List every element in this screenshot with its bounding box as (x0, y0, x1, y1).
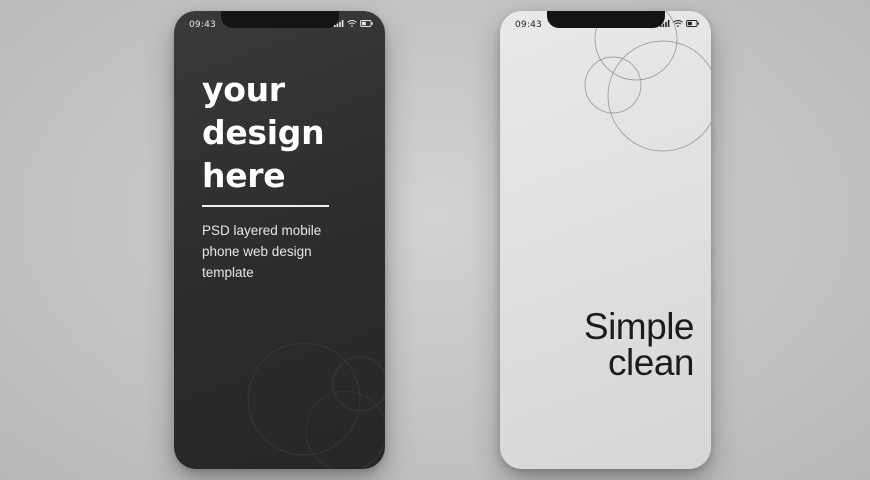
battery-icon (360, 20, 373, 27)
dark-phone-mockup: 09:43 your design here PSD layered mobil… (174, 11, 385, 469)
battery-icon (686, 20, 699, 27)
wifi-icon (347, 20, 357, 27)
phone-notch (546, 11, 665, 28)
headline: your design here (202, 68, 372, 197)
headline-line: here (202, 156, 286, 195)
status-time: 09:43 (189, 20, 216, 30)
decorative-circles (584, 11, 711, 152)
signal-icon (660, 20, 670, 27)
status-icons (334, 20, 373, 27)
subtext-line: PSD layered mobile (202, 223, 322, 238)
signal-icon (334, 20, 344, 27)
tagline: Simple clean (583, 306, 695, 383)
subtext-line: template (202, 265, 254, 280)
status-time: 09:43 (515, 20, 542, 30)
tagline-line: clean (608, 342, 694, 383)
divider (202, 205, 329, 207)
subtext: PSD layered mobile phone web design temp… (202, 220, 372, 283)
headline-line: your (202, 70, 285, 109)
wifi-icon (673, 20, 683, 27)
phone-notch (220, 11, 339, 28)
subtext-line: phone web design (202, 244, 312, 259)
tagline-line: Simple (583, 306, 695, 347)
headline-line: design (202, 113, 325, 152)
light-phone-mockup: 09:43 Simple clean (500, 11, 711, 469)
status-icons (660, 20, 699, 27)
